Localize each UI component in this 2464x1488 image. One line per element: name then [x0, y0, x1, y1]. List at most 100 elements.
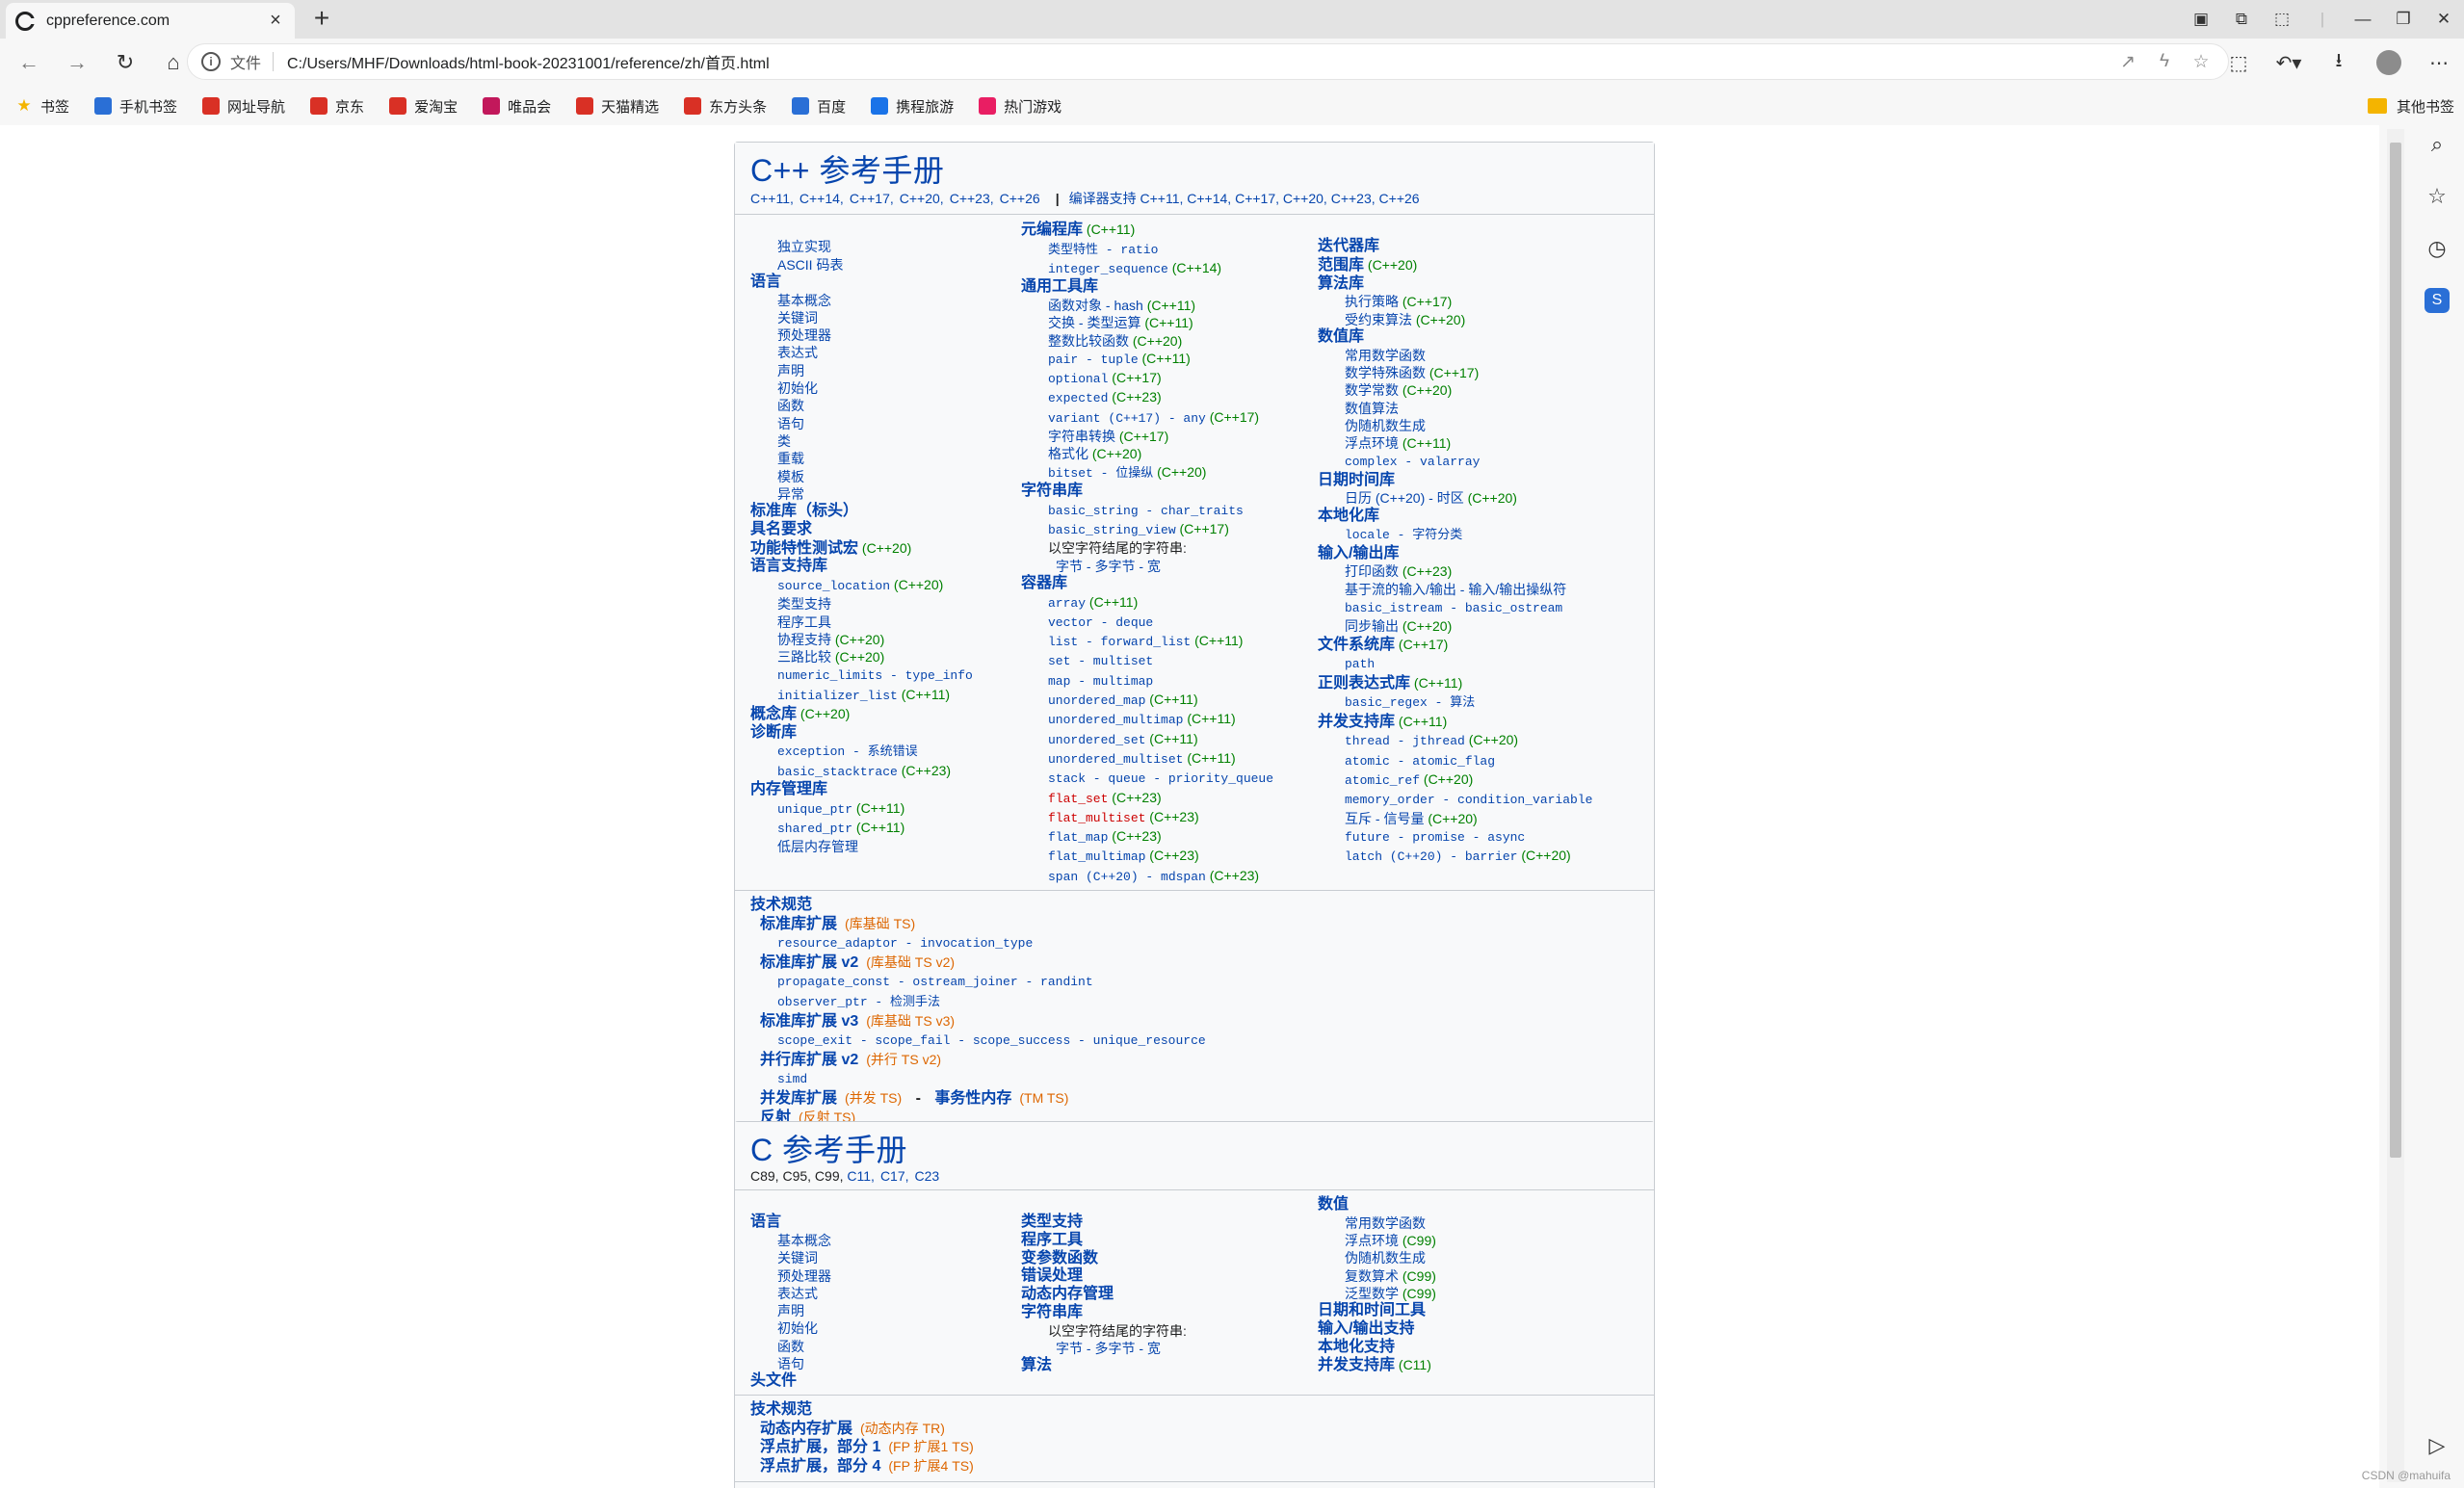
- item-link[interactable]: 并行库扩展 v2: [760, 1052, 858, 1068]
- section-heading[interactable]: 诊断库: [750, 724, 1021, 743]
- back-arrow-icon[interactable]: ←: [10, 43, 48, 82]
- scrollbar-thumb[interactable]: [2390, 143, 2401, 1158]
- list-item[interactable]: 格式化 (C++20): [1021, 445, 1318, 462]
- section-heading[interactable]: 错误处理: [1021, 1267, 1318, 1286]
- list-item[interactable]: stack - queue - priority_queue: [1021, 769, 1318, 788]
- list-item[interactable]: flat_multimap (C++23): [1021, 847, 1318, 866]
- list-item[interactable]: initializer_list (C++11): [750, 686, 1021, 705]
- share-icon[interactable]: ↗: [2114, 51, 2141, 73]
- list-item[interactable]: propagate_const - ostream_joiner - randi…: [750, 972, 1638, 992]
- search-icon[interactable]: ⌕: [2422, 129, 2452, 160]
- list-item[interactable]: optional (C++17): [1021, 369, 1318, 388]
- item-link[interactable]: 本地化支持: [1318, 1339, 1395, 1355]
- section-heading[interactable]: 输入/输出支持: [1318, 1320, 1636, 1339]
- item-link[interactable]: 类: [777, 433, 791, 449]
- minimize-icon[interactable]: —: [2343, 10, 2383, 29]
- section-heading[interactable]: 程序工具: [1021, 1232, 1318, 1250]
- list-item[interactable]: 关键词: [750, 309, 1021, 326]
- item-link[interactable]: 重载: [777, 451, 804, 466]
- item-link[interactable]: unordered_set: [1048, 733, 1145, 747]
- item-link[interactable]: future - promise - async: [1345, 830, 1525, 845]
- item-link[interactable]: 表达式: [777, 1286, 818, 1301]
- list-item[interactable]: locale - 字符分类: [1318, 525, 1636, 544]
- item-link[interactable]: 基本概念: [777, 1233, 831, 1248]
- bookmark-8[interactable]: 百度: [792, 96, 846, 117]
- bookmark-4[interactable]: 爱淘宝: [389, 96, 458, 117]
- item-link[interactable]: exception - 系统错误: [777, 744, 918, 759]
- item-link[interactable]: 整数比较函数: [1048, 333, 1129, 349]
- history-clock-icon[interactable]: ◷: [2422, 233, 2452, 264]
- item-link[interactable]: unordered_multimap: [1048, 713, 1183, 727]
- section-heading[interactable]: 语言: [750, 1214, 1021, 1232]
- item-link[interactable]: atomic - atomic_flag: [1345, 754, 1495, 769]
- active-tab[interactable]: cppreference.com ×: [6, 3, 295, 39]
- cpp-version-link[interactable]: C++26: [1000, 191, 1040, 206]
- item-link[interactable]: 预处理器: [777, 1268, 831, 1284]
- section-heading[interactable]: 标准库（标头）: [750, 503, 1021, 521]
- section-heading[interactable]: 正则表达式库 (C++11): [1318, 674, 1636, 693]
- item-link[interactable]: 独立实现: [777, 239, 831, 254]
- item-link[interactable]: flat_multimap: [1048, 849, 1145, 864]
- section-heading[interactable]: 迭代器库: [1318, 238, 1636, 256]
- item-link[interactable]: 技术规范: [750, 897, 812, 913]
- list-item[interactable]: integer_sequence (C++14): [1021, 259, 1318, 278]
- list-item[interactable]: unordered_multiset (C++11): [1021, 749, 1318, 769]
- item-link[interactable]: 字符串库: [1021, 1304, 1083, 1320]
- item-link[interactable]: 标准库扩展 v3: [760, 1013, 858, 1030]
- list-item[interactable]: 常用数学函数: [1318, 1214, 1636, 1232]
- section-heading[interactable]: 文件系统库 (C++17): [1318, 636, 1636, 655]
- item-link[interactable]: 技术规范: [750, 1401, 812, 1418]
- item-link[interactable]: 事务性内存: [934, 1090, 1011, 1107]
- item-link[interactable]: 语言支持库: [750, 558, 827, 574]
- new-tab-button[interactable]: +: [306, 4, 337, 35]
- item-link[interactable]: 动态内存管理: [1021, 1286, 1114, 1302]
- close-window-icon[interactable]: ✕: [2424, 10, 2464, 29]
- list-item[interactable]: 日历 (C++20) - 时区 (C++20): [1318, 489, 1636, 507]
- item-link[interactable]: 三路比较: [777, 649, 831, 665]
- section-heading[interactable]: 日期时间库: [1318, 472, 1636, 490]
- list-item[interactable]: 初始化: [750, 379, 1021, 397]
- list-item[interactable]: 伪随机数生成: [1318, 1249, 1636, 1266]
- section-heading[interactable]: 范围库 (C++20): [1318, 256, 1636, 275]
- item-link[interactable]: bitset - 位操纵: [1048, 466, 1153, 481]
- item-link[interactable]: vector - deque: [1048, 615, 1153, 630]
- item-link[interactable]: scope_exit - scope_fail - scope_success …: [777, 1033, 1206, 1048]
- list-item[interactable]: flat_multiset (C++23): [1021, 808, 1318, 827]
- item-link[interactable]: 以空字符结尾的字符串:: [1048, 540, 1187, 556]
- list-item[interactable]: basic_string_view (C++17): [1021, 520, 1318, 539]
- item-link[interactable]: 头文件: [750, 1372, 797, 1389]
- item-link[interactable]: 并发支持库: [1318, 714, 1395, 730]
- item-link[interactable]: span (C++20) - mdspan: [1048, 870, 1206, 884]
- section-heading[interactable]: 算法库: [1318, 275, 1636, 294]
- list-item[interactable]: complex - valarray: [1318, 452, 1636, 471]
- item-link[interactable]: 文件系统库: [1318, 637, 1395, 653]
- list-item[interactable]: 以空字符结尾的字符串:: [1021, 539, 1318, 557]
- list-item[interactable]: thread - jthread (C++20): [1318, 731, 1636, 750]
- item-link[interactable]: 日期时间库: [1318, 472, 1395, 488]
- bookmark-2[interactable]: 网址导航: [202, 96, 285, 117]
- list-item[interactable]: memory_order - condition_variable: [1318, 790, 1636, 809]
- item-link[interactable]: 语言: [750, 1214, 781, 1230]
- item-link[interactable]: list - forward_list: [1048, 635, 1191, 649]
- section-heading[interactable]: 并发支持库 (C11): [1318, 1356, 1636, 1375]
- item-link[interactable]: 通用工具库: [1021, 278, 1098, 295]
- list-item[interactable]: list - forward_list (C++11): [1021, 632, 1318, 651]
- list-item[interactable]: 关键词: [750, 1249, 1021, 1266]
- item-link[interactable]: map - multimap: [1048, 674, 1153, 689]
- list-item[interactable]: 表达式: [750, 1285, 1021, 1302]
- item-link[interactable]: 语言: [750, 274, 781, 290]
- item-link[interactable]: 数值库: [1318, 328, 1364, 345]
- bookmark-5[interactable]: 唯品会: [483, 96, 551, 117]
- section-heading[interactable]: 本地化支持: [1318, 1339, 1636, 1357]
- item-link[interactable]: 字节 - 多字节 - 宽: [1056, 559, 1161, 574]
- translate-app-icon[interactable]: S: [2425, 288, 2450, 313]
- item-link[interactable]: 本地化库: [1318, 508, 1379, 524]
- cpp-version-link[interactable]: C++17,: [850, 191, 894, 206]
- item-link[interactable]: variant (C++17) - any: [1048, 411, 1206, 426]
- list-item[interactable]: vector - deque: [1021, 613, 1318, 632]
- list-item[interactable]: 数学特殊函数 (C++17): [1318, 364, 1636, 381]
- bookmark-1[interactable]: 手机书签: [94, 96, 177, 117]
- list-item[interactable]: 表达式: [750, 344, 1021, 361]
- profile-avatar[interactable]: [2376, 50, 2401, 75]
- item-link[interactable]: 并发支持库: [1318, 1357, 1395, 1373]
